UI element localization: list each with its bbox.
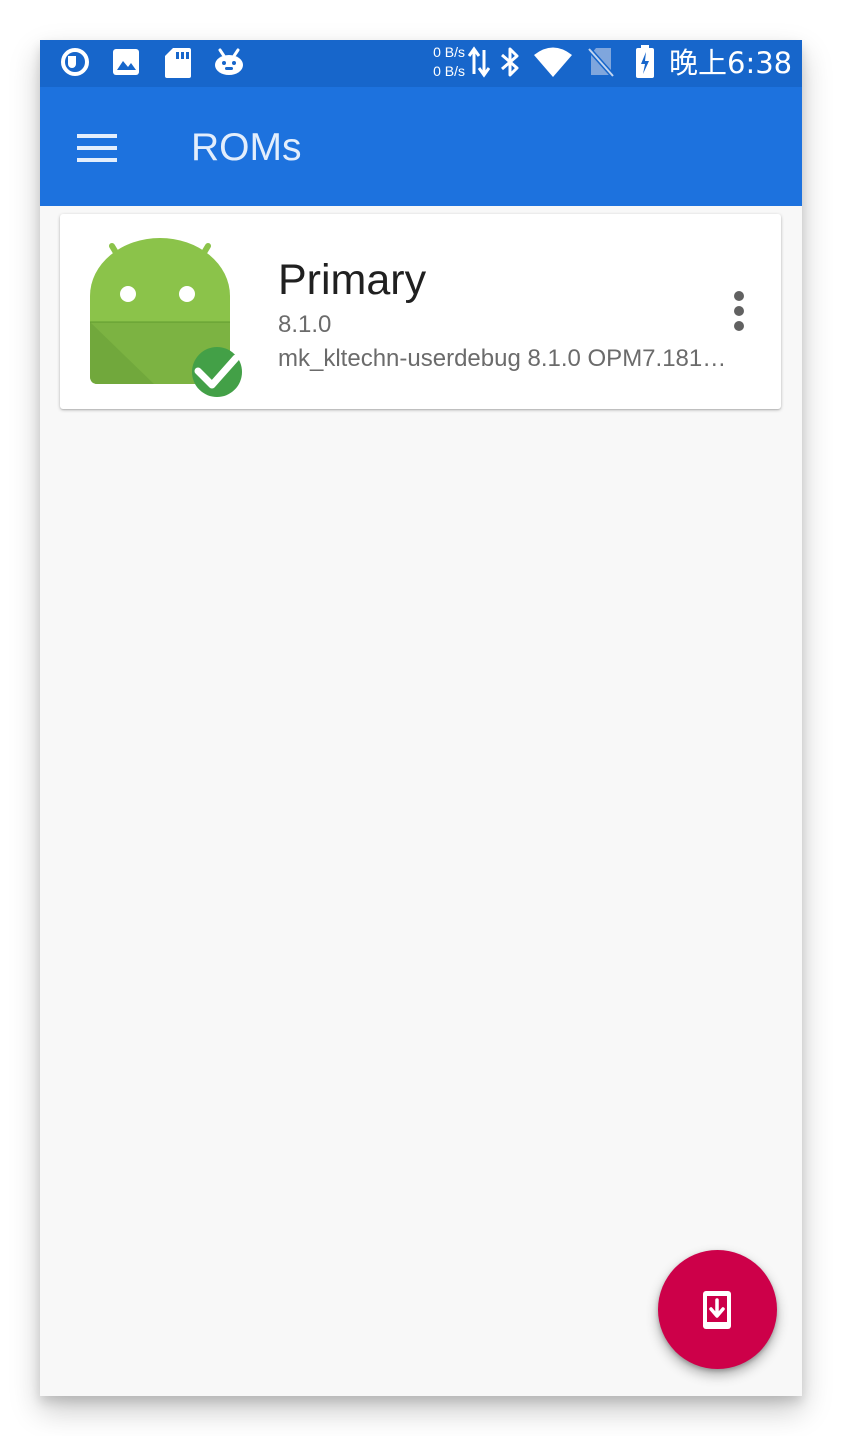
- data-transfer-arrows-icon: [467, 46, 491, 83]
- wifi-icon: [533, 46, 573, 83]
- rom-build-string: mk_kltechn-userdebug 8.1.0 OPM7.181…: [278, 345, 727, 372]
- battery-charging-icon: [635, 45, 655, 84]
- phone-screen: 0 B/s 0 B/s 晚上6:38 ROMs Primary 8.1.0 mk…: [40, 40, 802, 1396]
- more-vertical-icon: [734, 291, 744, 331]
- net-speed-down: 0 B/s: [433, 63, 465, 79]
- status-clock: 晚上6:38: [669, 46, 793, 80]
- no-sim-icon: [587, 46, 615, 83]
- app-bar: ROMs: [40, 87, 802, 206]
- page-title: ROMs: [191, 126, 302, 169]
- navigation-menu-button[interactable]: [67, 119, 125, 177]
- rom-version: 8.1.0: [278, 311, 332, 338]
- android-robot-icon: [84, 236, 244, 398]
- sd-card-icon: [164, 47, 192, 84]
- install-rom-fab[interactable]: [658, 1250, 777, 1369]
- rom-name: Primary: [278, 256, 427, 304]
- bluetooth-icon: [499, 46, 521, 83]
- phone-download-icon: [703, 1291, 731, 1329]
- status-bar: 0 B/s 0 B/s 晚上6:38: [40, 40, 802, 87]
- rom-card-primary[interactable]: Primary 8.1.0 mk_kltechn-userdebug 8.1.0…: [60, 214, 781, 409]
- rom-options-button[interactable]: [720, 284, 758, 340]
- hamburger-menu-icon: [77, 134, 117, 162]
- robot-notification-icon: [213, 47, 245, 82]
- net-speed-up: 0 B/s: [433, 44, 465, 60]
- check-circle-icon: [192, 347, 242, 397]
- image-icon: [111, 47, 141, 82]
- network-speed: 0 B/s 0 B/s: [423, 43, 465, 81]
- app-notification-icon: [60, 47, 90, 82]
